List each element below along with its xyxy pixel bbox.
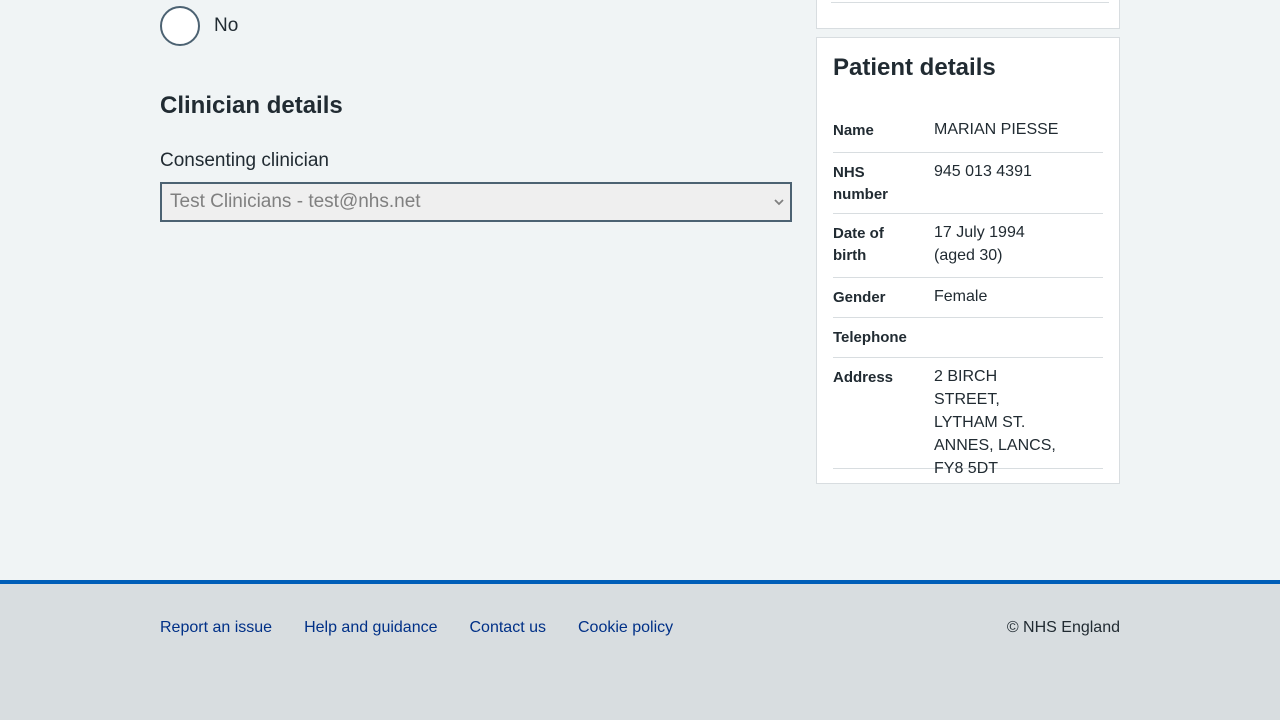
summary-key: Gender	[833, 289, 886, 306]
main-content: No Clinician details Consenting clinicia…	[0, 0, 1280, 580]
patient-summary-list: Name MARIAN PIESSE NHS number 945 013 43…	[833, 116, 1103, 477]
radio-label-no[interactable]: No	[214, 15, 238, 37]
summary-row-nhs-number: NHS number 945 013 4391	[833, 153, 1103, 214]
summary-row-telephone: Telephone	[833, 318, 1103, 358]
consent-radio-no[interactable]: No	[160, 6, 238, 46]
summary-value: 17 July 1994 (aged 30)	[934, 224, 1025, 264]
summary-row-gender: Gender Female	[833, 278, 1103, 318]
summary-key: Address	[833, 369, 894, 386]
summary-row-address: Address 2 BIRCH STREET, LYTHAM ST. ANNES…	[833, 358, 1103, 477]
radio-button-no[interactable]	[160, 6, 200, 46]
summary-key: Date of birth	[833, 225, 884, 264]
summary-value: 945 013 4391	[934, 163, 1032, 180]
summary-key: Name	[833, 122, 874, 139]
previous-card	[816, 0, 1120, 29]
consenting-clinician-select[interactable]: Test Clinicians - test@nhs.net	[160, 182, 792, 222]
clinician-details-heading: Clinician details	[160, 92, 343, 119]
summary-value: Female	[934, 288, 988, 305]
summary-row-date-of-birth: Date of birth 17 July 1994 (aged 30)	[833, 214, 1103, 278]
summary-row-name: Name MARIAN PIESSE	[833, 116, 1103, 153]
chevron-down-icon	[768, 198, 790, 206]
summary-value: MARIAN PIESSE	[934, 121, 1059, 138]
footer-link-report-issue[interactable]: Report an issue	[160, 619, 272, 637]
footer-link-help[interactable]: Help and guidance	[304, 619, 437, 637]
footer-copyright: © NHS England	[1006, 619, 1120, 636]
footer-link-cookie-policy[interactable]: Cookie policy	[578, 619, 673, 637]
footer-links: Report an issue Help and guidance Contac…	[160, 619, 705, 637]
divider	[831, 2, 1109, 3]
consenting-clinician-label: Consenting clinician	[160, 150, 329, 171]
summary-key: Telephone	[833, 329, 907, 346]
summary-key: NHS number	[833, 164, 889, 203]
footer-link-contact[interactable]: Contact us	[470, 619, 546, 637]
patient-details-card: Patient details Name MARIAN PIESSE NHS n…	[816, 37, 1120, 484]
patient-details-heading: Patient details	[833, 54, 996, 81]
summary-value	[934, 325, 1094, 357]
select-value: Test Clinicians - test@nhs.net	[170, 191, 421, 212]
site-footer: Report an issue Help and guidance Contac…	[0, 580, 1280, 720]
summary-value: 2 BIRCH STREET, LYTHAM ST. ANNES, LANCS,…	[934, 368, 1056, 477]
